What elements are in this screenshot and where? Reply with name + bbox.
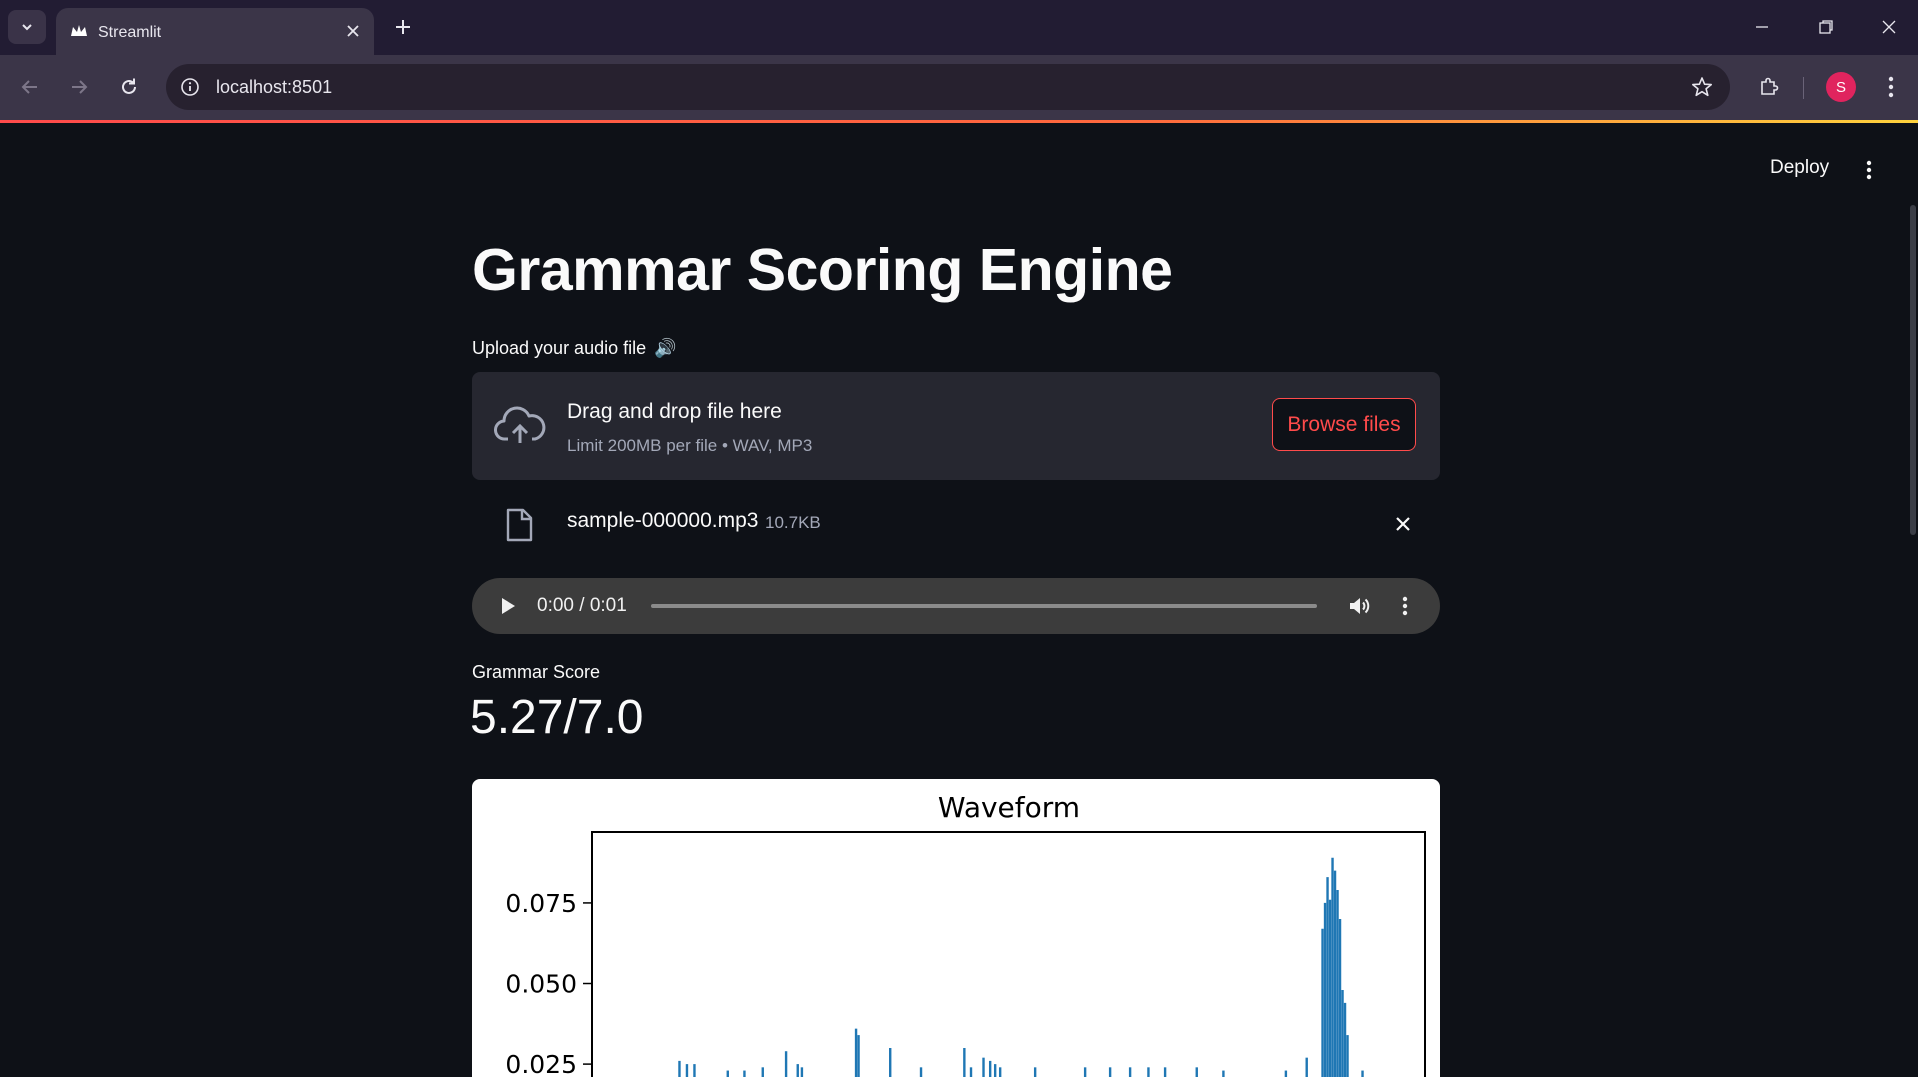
puzzle-icon (1761, 77, 1779, 95)
file-uploader-label: Upload your audio file 🔊 (472, 338, 677, 359)
kebab-menu-icon (1888, 76, 1894, 98)
kebab-menu-icon (1402, 596, 1408, 616)
speaker-icon: 🔊 (654, 338, 677, 358)
uploaded-file-size: 10.7KB (765, 513, 821, 532)
y-tick-label: 0.025 (505, 1050, 577, 1077)
site-info-button[interactable] (178, 75, 202, 99)
restore-icon (1819, 20, 1833, 34)
file-uploader-label-text: Upload your audio file (472, 338, 647, 358)
uploaded-file-name: sample-000000.mp3 (567, 509, 759, 532)
star-icon (1692, 77, 1712, 97)
y-axis: 0.025 0.050 0.075 (505, 889, 592, 1077)
volume-icon (1350, 598, 1370, 614)
y-tick-label: 0.050 (505, 970, 577, 999)
file-dropzone[interactable]: Drag and drop file here Limit 200MB per … (472, 372, 1440, 480)
url-text[interactable]: localhost:8501 (216, 77, 332, 98)
close-window-button[interactable] (1869, 10, 1909, 44)
page-scrollbar[interactable] (1910, 205, 1916, 535)
dropzone-limit-text: Limit 200MB per file • WAV, MP3 (567, 436, 813, 455)
restore-button[interactable] (1806, 10, 1846, 44)
waveform-series (678, 857, 1364, 1077)
y-tick-label: 0.075 (505, 889, 577, 918)
forward-button[interactable] (61, 69, 97, 105)
deploy-button[interactable]: Deploy (1770, 157, 1829, 179)
audio-time-display: 0:00 / 0:01 (537, 595, 627, 616)
extensions-button[interactable] (1751, 69, 1787, 105)
chart-title: Waveform (938, 791, 1080, 824)
arrow-left-icon (21, 80, 37, 94)
app-main-menu-button[interactable] (1854, 155, 1884, 185)
audio-player: 0:00 / 0:01 (472, 578, 1440, 634)
metric-value: 5.27/7.0 (470, 691, 644, 744)
browser-toolbar: localhost:8501 S (0, 55, 1918, 120)
dropzone-instructions: Drag and drop file here (567, 400, 782, 423)
cloud-upload-icon (494, 406, 546, 443)
tab-search-button[interactable] (8, 10, 46, 44)
back-button[interactable] (12, 69, 48, 105)
file-icon (506, 508, 533, 542)
audio-options-button[interactable] (1392, 593, 1418, 619)
kebab-menu-icon (1866, 160, 1872, 180)
audio-seek-bar[interactable] (651, 604, 1317, 608)
browse-files-button[interactable]: Browse files (1272, 398, 1416, 451)
play-button[interactable] (496, 594, 520, 618)
browser-menu-button[interactable] (1873, 69, 1909, 105)
arrow-right-icon (72, 80, 88, 94)
chart-axes-frame (591, 831, 1426, 1077)
minimize-icon (1756, 26, 1768, 28)
browser-tab[interactable]: Streamlit (56, 8, 374, 55)
toolbar-separator (1803, 77, 1804, 99)
new-tab-button[interactable] (388, 12, 418, 42)
page-title: Grammar Scoring Engine (472, 237, 1173, 303)
tab-title: Streamlit (98, 24, 162, 41)
waveform-chart-card: Waveform 0.025 0.050 0.075 (472, 779, 1440, 1077)
remove-file-button[interactable] (1390, 511, 1416, 537)
reload-button[interactable] (111, 69, 147, 105)
streamlit-decoration-bar (0, 120, 1918, 123)
play-icon (502, 598, 515, 614)
browser-tab-bar: Streamlit (0, 0, 1918, 55)
streamlit-crown-icon (71, 25, 87, 36)
mute-button[interactable] (1347, 593, 1373, 619)
reload-icon (122, 78, 136, 94)
metric-label: Grammar Score (472, 662, 601, 682)
address-bar[interactable]: localhost:8501 (166, 64, 1730, 110)
profile-avatar[interactable]: S (1826, 72, 1856, 102)
close-icon (1882, 20, 1896, 34)
close-icon (1396, 517, 1410, 531)
close-icon (347, 25, 359, 37)
waveform-chart: Waveform 0.025 0.050 0.075 (505, 791, 1426, 1077)
bookmark-button[interactable] (1690, 75, 1714, 99)
minimize-button[interactable] (1742, 10, 1782, 44)
tab-close-button[interactable] (340, 18, 366, 44)
uploaded-file-item: sample-000000.mp3 10.7KB (472, 495, 1440, 551)
info-icon (181, 78, 199, 96)
chevron-down-icon (22, 24, 32, 31)
plus-icon (396, 20, 410, 34)
